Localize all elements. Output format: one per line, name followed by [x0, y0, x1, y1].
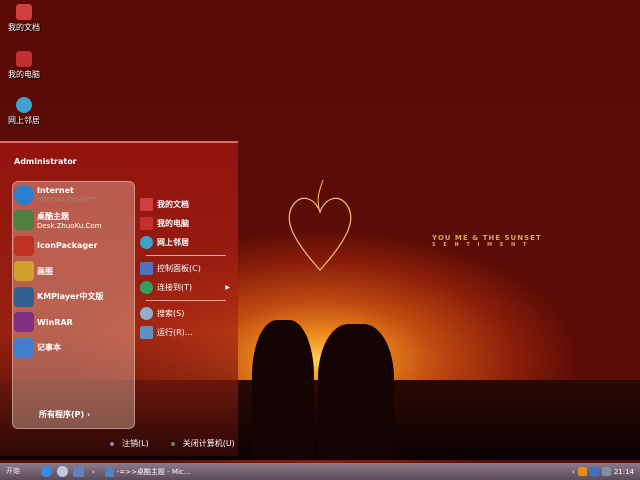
program-paint[interactable]: 画图: [13, 259, 134, 285]
start-menu: Administrator Internet Internet Explorer …: [0, 141, 238, 456]
program-zhuoku[interactable]: 桌酷主题 Desk.ZhuoKu.Com: [13, 208, 134, 234]
system-links: 我的文档 我的电脑 网上邻居 控制面板(C) 连接到(T) ▶ 搜索(S) 运行(…: [140, 195, 230, 342]
item-sub: Internet Explorer: [37, 195, 97, 204]
item-label: 我的电脑: [157, 219, 189, 228]
user-name: Administrator: [14, 157, 77, 166]
desktop-icon-my-computer[interactable]: 我的电脑: [4, 51, 44, 80]
link-connect-to[interactable]: 连接到(T) ▶: [140, 278, 230, 297]
logoff-button[interactable]: 注销(L): [110, 438, 149, 449]
item-label: 搜索(S): [157, 309, 185, 318]
winrar-icon: [14, 312, 34, 333]
notepad-icon: [14, 337, 34, 358]
search-icon: [140, 307, 153, 320]
program-internet[interactable]: Internet Internet Explorer: [13, 182, 134, 208]
item-label: 桌酷主题: [37, 211, 69, 221]
program-notepad[interactable]: 记事本: [13, 335, 134, 361]
logoff-icon: [110, 441, 114, 446]
documents-icon: [16, 4, 32, 20]
system-tray: ‹ 21:14: [572, 467, 640, 476]
computer-icon: [16, 51, 32, 67]
submenu-arrow-icon: ▶: [225, 284, 230, 291]
program-kmplayer[interactable]: KMPlayer中文版: [13, 284, 134, 310]
control-panel-icon: [140, 262, 153, 275]
window-title: -=>>桌酷主题 - Mic...: [116, 467, 191, 476]
link-my-documents[interactable]: 我的文档: [140, 195, 230, 214]
start-button[interactable]: 开始: [2, 464, 36, 479]
item-label: WinRAR: [37, 317, 73, 327]
run-icon: [140, 326, 153, 339]
clock: 21:14: [613, 467, 634, 476]
network-icon: [16, 97, 32, 113]
icon-label: 网上邻居: [8, 116, 40, 125]
tray-collapse-icon[interactable]: ‹: [572, 468, 575, 476]
item-sub: Desk.ZhuoKu.Com: [37, 221, 102, 230]
volume-icon[interactable]: [601, 467, 611, 476]
quicklaunch-expand-icon[interactable]: ›: [92, 468, 95, 476]
documents-icon: [140, 198, 153, 211]
tray-icon[interactable]: [577, 467, 587, 476]
arrow-right-icon: ›: [86, 410, 91, 419]
icon-label: 我的电脑: [8, 70, 40, 79]
all-programs-label: 所有程序(P): [39, 410, 85, 419]
ie-icon: [14, 184, 34, 205]
connect-icon: [140, 281, 153, 294]
desktop-icon-my-documents[interactable]: 我的文档: [4, 4, 44, 33]
computer-icon: [140, 217, 153, 230]
media-quicklaunch-icon[interactable]: [57, 466, 68, 477]
pinned-programs: Internet Internet Explorer 桌酷主题 Desk.ZhuoK…: [12, 181, 135, 429]
icon-label: 我的文档: [8, 23, 40, 32]
item-label: 网上邻居: [157, 238, 189, 247]
taskbar: 开始 › -=>>桌酷主题 - Mic... ‹ 21:14: [0, 463, 640, 480]
divider: [146, 255, 226, 256]
item-label: 控制面板(C): [157, 264, 201, 273]
link-control-panel[interactable]: 控制面板(C): [140, 259, 230, 278]
item-label: Internet: [37, 186, 74, 196]
wallpaper-tagline: YOU ME & THE SUNSET S E N T I M E N T: [432, 234, 542, 248]
item-label: KMPlayer中文版: [37, 292, 104, 302]
link-my-computer[interactable]: 我的电脑: [140, 214, 230, 233]
item-label: 运行(R)...: [157, 328, 193, 337]
shutdown-label: 关闭计算机(U): [182, 439, 235, 448]
item-label: 记事本: [37, 343, 61, 353]
desktop-icon-network[interactable]: 网上邻居: [4, 97, 44, 126]
silhouette: [252, 320, 314, 460]
network-icon: [140, 236, 153, 249]
item-label: IconPackager: [37, 241, 98, 251]
link-network[interactable]: 网上邻居: [140, 233, 230, 252]
ie-quicklaunch-icon[interactable]: [41, 466, 52, 477]
program-winrar[interactable]: WinRAR: [13, 310, 134, 336]
item-label: 我的文档: [157, 200, 189, 209]
link-run[interactable]: 运行(R)...: [140, 323, 230, 342]
divider: [146, 300, 226, 301]
item-label: 连接到(T): [157, 283, 193, 292]
all-programs-button[interactable]: 所有程序(P) ›: [39, 409, 90, 420]
silhouette: [318, 324, 394, 460]
program-iconpackager[interactable]: IconPackager: [13, 233, 134, 259]
heart-decoration: [288, 180, 352, 271]
item-label: 画图: [37, 266, 53, 276]
zhuoku-icon: [14, 210, 34, 231]
logoff-label: 注销(L): [122, 439, 149, 448]
tray-icon[interactable]: [589, 467, 599, 476]
shutdown-button[interactable]: 关闭计算机(U): [170, 438, 235, 449]
window-icon: [104, 466, 114, 477]
iconpackager-icon: [14, 235, 34, 256]
paint-icon: [14, 261, 34, 282]
link-search[interactable]: 搜索(S): [140, 304, 230, 323]
desktop-quicklaunch-icon[interactable]: [73, 466, 84, 477]
taskbar-window-button[interactable]: -=>>桌酷主题 - Mic...: [104, 466, 191, 477]
session-buttons: 注销(L) 关闭计算机(U): [110, 438, 235, 449]
power-icon: [170, 441, 175, 446]
kmplayer-icon: [14, 286, 34, 307]
